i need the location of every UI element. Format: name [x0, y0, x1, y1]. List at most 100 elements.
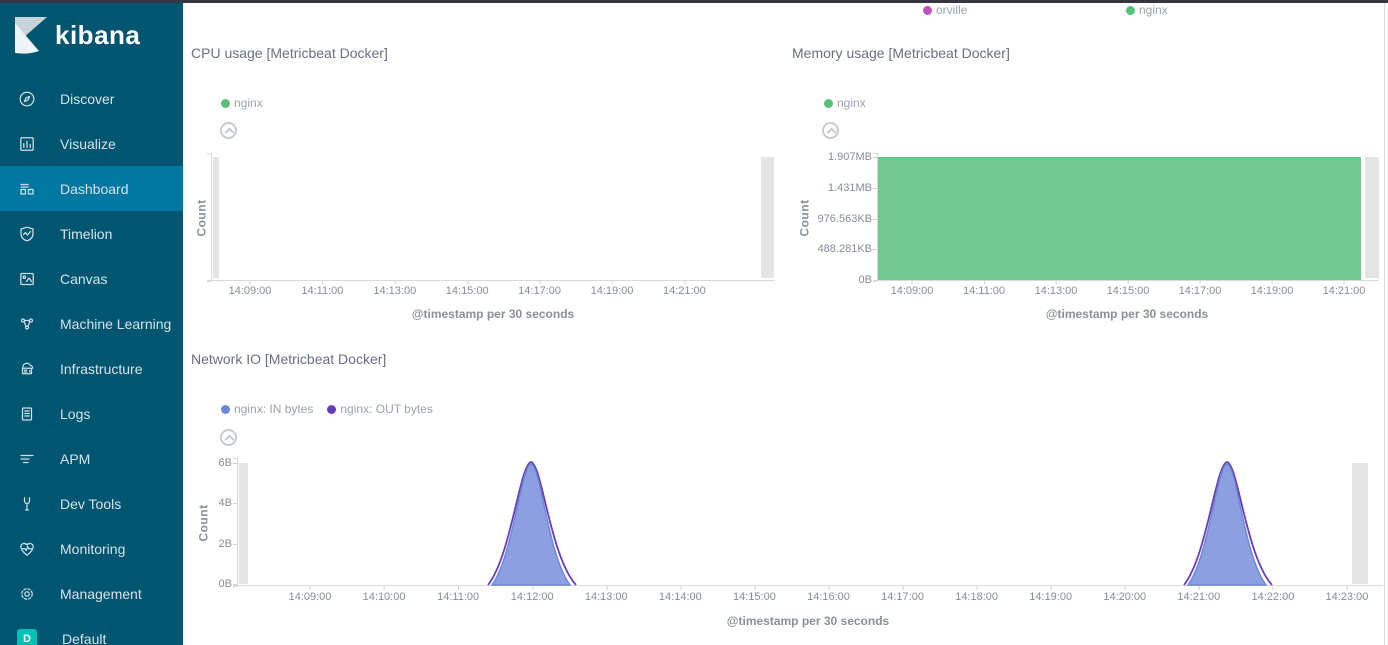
legend-label: nginx	[1139, 3, 1168, 17]
sidebar-item-label: Dev Tools	[60, 496, 121, 512]
y-tick-label: 976.563KB	[818, 213, 872, 225]
sidebar-item-label: Machine Learning	[60, 316, 171, 332]
nginx-series-dot	[1126, 6, 1135, 15]
in-bytes-area-peak-2	[1188, 464, 1266, 585]
x-tick-label: 14:15:00	[733, 591, 776, 603]
y-tick-label: 1.431MB	[828, 182, 872, 194]
x-tick-label: 14:18:00	[955, 591, 998, 603]
x-tick-label: 14:14:00	[659, 591, 702, 603]
x-tick-label: 14:21:00	[1323, 285, 1366, 297]
x-tick-label: 14:15:00	[446, 285, 489, 297]
network-x-ticks: 14:09:0014:10:0014:11:0014:12:0014:13:00…	[237, 591, 1383, 604]
sidebar-item-machine-learning[interactable]: Machine Learning	[0, 301, 183, 346]
wrench-icon	[18, 495, 36, 513]
sidebar-item-timelion[interactable]: Timelion	[0, 211, 183, 256]
sidebar-item-label: Discover	[60, 91, 114, 107]
legend-label: nginx: OUT bytes	[340, 402, 432, 416]
x-tick-label: 14:11:00	[963, 285, 1005, 297]
y-tick-label: 6B	[219, 457, 232, 469]
x-tick-label: 14:13:00	[373, 285, 416, 297]
x-tick-label: 14:21:00	[1177, 591, 1220, 603]
y-tick-label: 0B	[219, 578, 232, 590]
legend-item-nginx-out-bytes[interactable]: nginx: OUT bytes	[327, 402, 432, 416]
kibana-dashboard-page: kibana Discover Visualize Dashboard Time…	[0, 0, 1388, 645]
network-io-series-chart	[237, 458, 1383, 586]
orville-series-dot	[923, 6, 932, 15]
legend-item-orville[interactable]: orville	[923, 3, 967, 17]
heartbeat-icon	[18, 540, 36, 558]
sidebar-item-canvas[interactable]: Canvas	[0, 256, 183, 301]
x-tick-label: 14:20:00	[1103, 591, 1146, 603]
kibana-logo-icon[interactable]	[10, 14, 50, 54]
sidebar-item-apm[interactable]: APM	[0, 436, 183, 481]
gear-icon	[18, 585, 36, 603]
y-tick-label: 2B	[219, 538, 232, 550]
memory-x-ticks: 14:09:0014:11:0014:13:0014:15:0014:17:00…	[877, 285, 1382, 298]
x-tick-label: 14:13:00	[1035, 285, 1078, 297]
sidebar-nav: kibana Discover Visualize Dashboard Time…	[0, 3, 183, 645]
x-tick-label: 14:19:00	[591, 285, 634, 297]
x-tick-label: 14:17:00	[881, 591, 924, 603]
cpu-x-ticks: 14:09:0014:11:0014:13:0014:15:0014:17:00…	[211, 285, 776, 298]
sidebar-item-label: Visualize	[60, 136, 116, 152]
x-tick-label: 14:22:00	[1251, 591, 1294, 603]
memory-right-endzone	[1365, 157, 1379, 278]
sidebar-item-dashboard[interactable]: Dashboard	[0, 166, 183, 211]
x-tick-label: 14:17:00	[518, 285, 561, 297]
kibana-wordmark: kibana	[55, 20, 140, 51]
cpu-x-axis-line	[207, 280, 775, 281]
legend-label: orville	[936, 3, 967, 17]
x-tick-label: 14:13:00	[585, 591, 628, 603]
sidebar-item-logs[interactable]: Logs	[0, 391, 183, 436]
canvas-frame-icon	[18, 270, 36, 288]
space-d-badge: D	[17, 629, 37, 645]
out-bytes-series-dot	[327, 405, 336, 414]
nodes-icon	[18, 315, 36, 333]
sidebar-item-visualize[interactable]: Visualize	[0, 121, 183, 166]
memory-nginx-area-series	[878, 157, 1361, 280]
y-tick-label: 1.907MB	[828, 151, 872, 163]
network-legend: nginx: IN bytes nginx: OUT bytes	[221, 402, 433, 416]
sidebar-item-label: Logs	[60, 406, 90, 422]
legend-item-nginx-in-bytes[interactable]: nginx: IN bytes	[221, 402, 313, 416]
sidebar-item-label: Dashboard	[60, 181, 129, 197]
sidebar-item-label: APM	[60, 451, 90, 467]
sidebar-item-label: Management	[60, 586, 142, 602]
text-lines-icon	[18, 450, 36, 468]
sidebar-item-label: Default	[62, 631, 106, 645]
sidebar-item-discover[interactable]: Discover	[0, 76, 183, 121]
cpu-plot-area[interactable]	[212, 155, 775, 280]
shield-chart-icon	[18, 225, 36, 243]
content-right-border	[1384, 3, 1385, 645]
memory-x-axis-title: @timestamp per 30 seconds	[1046, 307, 1208, 321]
x-tick-label: 14:15:00	[1107, 285, 1150, 297]
x-tick-label: 14:09:00	[891, 285, 934, 297]
sidebar-item-dev-tools[interactable]: Dev Tools	[0, 481, 183, 526]
memory-y-ticks: 1.907MB1.431MB976.563KB488.281KB0B	[790, 0, 872, 300]
top-panel-legend: orville	[923, 3, 967, 17]
x-tick-label: 14:09:00	[289, 591, 332, 603]
x-tick-label: 14:16:00	[807, 591, 850, 603]
y-tick-label: 4B	[219, 497, 232, 509]
x-tick-label: 14:23:00	[1326, 591, 1369, 603]
legend-label: nginx	[234, 96, 263, 110]
y-tick-label: 0B	[859, 274, 872, 286]
sidebar-item-management[interactable]: Management	[0, 571, 183, 616]
x-tick-label: 14:11:00	[301, 285, 343, 297]
cloud-server-icon	[18, 360, 36, 378]
sidebar-item-monitoring[interactable]: Monitoring	[0, 526, 183, 571]
dashboard-grid-icon	[18, 180, 36, 198]
bar-chart-icon	[18, 135, 36, 153]
x-tick-label: 14:21:00	[663, 285, 706, 297]
sidebar-item-default-space[interactable]: D Default	[0, 616, 183, 645]
legend-item-nginx[interactable]: nginx	[1126, 3, 1168, 17]
sidebar-item-infrastructure[interactable]: Infrastructure	[0, 346, 183, 391]
cpu-right-endzone	[761, 157, 774, 278]
x-tick-label: 14:11:00	[437, 591, 479, 603]
sidebar-item-label: Monitoring	[60, 541, 125, 557]
x-tick-label: 14:19:00	[1251, 285, 1294, 297]
top-panel-legend-2: nginx	[1126, 3, 1168, 17]
in-bytes-area-peak-1	[492, 464, 570, 585]
x-tick-label: 14:10:00	[363, 591, 406, 603]
x-tick-label: 14:19:00	[1029, 591, 1072, 603]
